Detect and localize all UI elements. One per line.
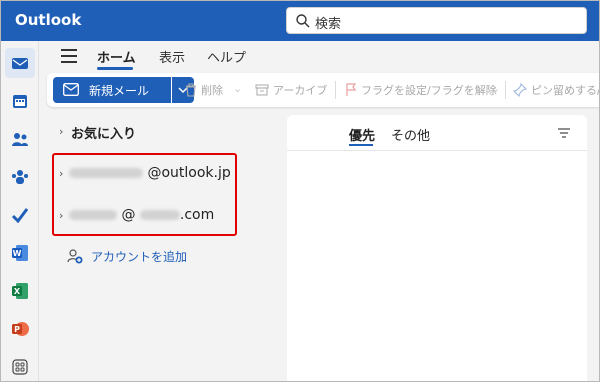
search-icon	[296, 14, 310, 28]
flag-button[interactable]: フラグを設定/フラグを解除	[361, 82, 497, 98]
flag-icon	[346, 83, 357, 96]
people-icon[interactable]	[9, 128, 31, 150]
highlight-box	[52, 153, 237, 236]
chevron-right-icon: ›	[59, 125, 64, 138]
apps-icon[interactable]	[9, 356, 31, 378]
message-list: 優先 その他	[287, 115, 587, 381]
search-input[interactable]: 検索	[315, 13, 341, 32]
tab-home[interactable]: ホーム	[97, 47, 136, 66]
tab-other[interactable]: その他	[391, 125, 430, 144]
svg-text:W: W	[13, 249, 22, 258]
tab-focused[interactable]: 優先	[349, 125, 375, 144]
pin-button[interactable]: ピン留めする/ピ	[531, 82, 599, 98]
menu-icon[interactable]	[61, 49, 77, 63]
chevron-down-icon: ⌄	[233, 82, 243, 95]
focused-tab-indicator	[349, 144, 373, 146]
toolbar: 新規メール 削除 ⌄ アーカイブ フラグを設定/フラグを解除 ⌄ ピン留めする/…	[47, 73, 599, 107]
app-title: Outlook	[15, 11, 82, 29]
title-bar: Outlook 検索	[1, 1, 599, 41]
calendar-icon[interactable]	[9, 90, 31, 112]
active-tab-indicator	[97, 67, 133, 70]
app-rail: W X P	[1, 41, 39, 381]
chevron-down-icon: ⌄	[491, 82, 501, 95]
new-mail-button[interactable]: 新規メール	[53, 77, 171, 103]
archive-button[interactable]: アーカイブ	[273, 82, 327, 98]
new-mail-label: 新規メール	[89, 84, 150, 98]
excel-icon[interactable]: X	[9, 280, 31, 302]
trash-icon	[186, 83, 196, 97]
separator	[335, 81, 336, 99]
filter-icon[interactable]	[557, 127, 571, 139]
ribbon-tabs: ホーム 表示 ヘルプ	[39, 41, 599, 71]
word-icon[interactable]: W	[9, 242, 31, 264]
separator	[505, 81, 506, 99]
delete-button[interactable]: 削除	[201, 82, 223, 98]
search-box[interactable]: 検索	[286, 7, 587, 34]
groups-icon[interactable]	[9, 166, 31, 188]
add-account-link[interactable]: アカウントを追加	[91, 248, 187, 265]
mail-outline-icon	[63, 83, 79, 96]
mail-icon[interactable]	[9, 52, 31, 74]
tab-help[interactable]: ヘルプ	[207, 47, 246, 66]
svg-text:X: X	[14, 287, 21, 296]
add-person-icon	[67, 249, 83, 264]
message-list-header: 優先 その他	[287, 115, 587, 151]
outlook-window: Outlook 検索 W X P ホーム 表示 ヘルプ 新規メール 削除 ⌄ ア…	[0, 0, 600, 382]
tab-view[interactable]: 表示	[159, 47, 185, 66]
archive-icon	[255, 84, 269, 96]
todo-icon[interactable]	[9, 204, 31, 226]
svg-text:P: P	[14, 325, 20, 334]
pin-icon	[513, 83, 527, 97]
powerpoint-icon[interactable]: P	[9, 318, 31, 340]
favorites-header[interactable]: お気に入り	[71, 123, 136, 142]
